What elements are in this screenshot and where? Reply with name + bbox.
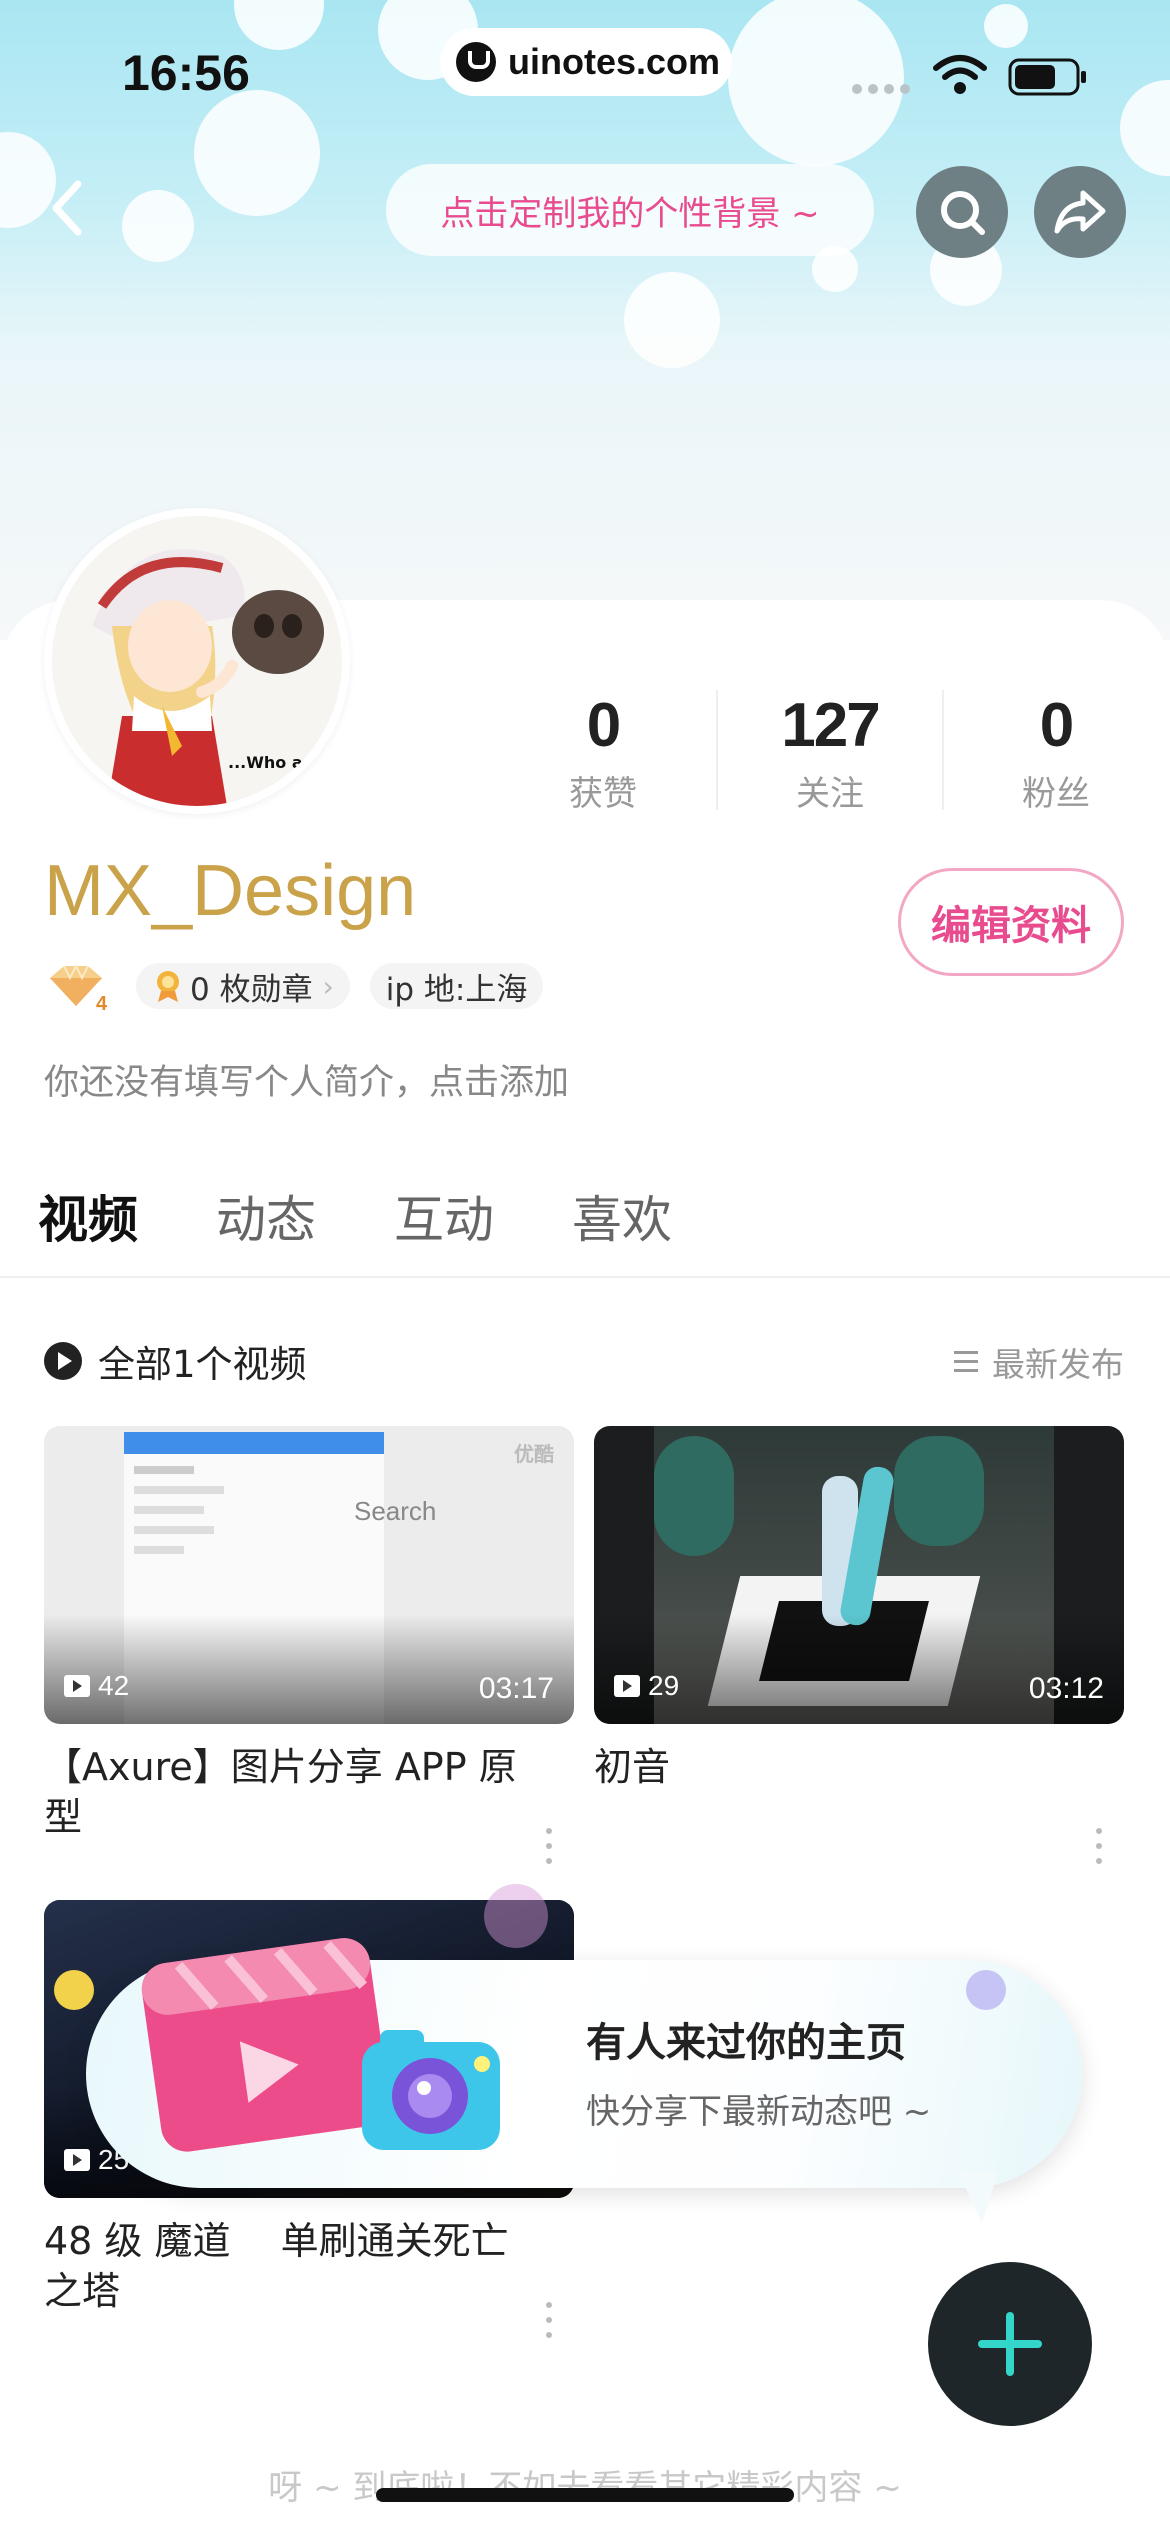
thumb-search-text: Search	[354, 1496, 437, 1526]
stat-likes[interactable]: 0 获赞	[490, 690, 716, 814]
sort-label: 最新发布	[992, 1345, 1124, 1384]
tab-videos[interactable]: 视频	[38, 1180, 138, 1252]
share-button[interactable]	[1034, 166, 1126, 258]
stat-following[interactable]: 127 关注	[716, 690, 942, 814]
wifi-icon	[933, 55, 987, 94]
decor-bubble	[966, 1970, 1006, 2010]
video-thumbnail[interactable]: 29 03:12	[594, 1426, 1124, 1724]
content-tabs: 视频 动态 互动 喜欢	[38, 1180, 672, 1252]
more-options-icon[interactable]	[546, 1828, 554, 1864]
url-pill[interactable]: uinotes.com	[440, 28, 732, 96]
all-videos-label: 全部1个视频	[98, 1343, 307, 1386]
video-duration: 03:17	[478, 1672, 554, 1705]
tab-interaction[interactable]: 互动	[394, 1180, 494, 1252]
decor-bubble	[484, 1884, 548, 1948]
video-card[interactable]: 29 03:12 初音	[594, 1426, 1124, 1864]
edit-profile-button[interactable]: 编辑资料	[898, 868, 1124, 976]
ip-location-label: ip 地:上海	[385, 971, 528, 1008]
customize-background-button[interactable]: 点击定制我的个性背景 ~	[386, 164, 874, 256]
status-time: 16:56	[122, 45, 250, 101]
ip-location-tag: ip 地:上海	[369, 963, 544, 1009]
battery-icon	[1008, 58, 1086, 96]
plus-icon	[978, 2312, 1042, 2376]
video-title[interactable]: 48 级 魔道 单刷通关死亡之塔	[44, 2216, 544, 2316]
tab-activity[interactable]: 动态	[216, 1180, 316, 1252]
bio-placeholder[interactable]: 你还没有填写个人简介，点击添加	[44, 1054, 569, 1105]
video-duration: 03:12	[1028, 1672, 1104, 1705]
stat-likes-label: 获赞	[569, 774, 637, 814]
video-card[interactable]: Search 优酷 42 03:17 【Axure】图片分享 APP 原型	[44, 1426, 574, 1864]
stat-fans-value: 0	[1039, 691, 1075, 760]
video-title[interactable]: 【Axure】图片分享 APP 原型	[44, 1742, 544, 1842]
play-icon	[64, 1675, 90, 1697]
stat-following-label: 关注	[796, 774, 864, 814]
play-circle-icon	[44, 1342, 82, 1380]
search-icon	[941, 191, 985, 235]
medal-icon	[157, 971, 179, 1002]
stat-fans[interactable]: 0 粉丝	[942, 690, 1168, 814]
cellular-signal-icon	[852, 84, 910, 94]
level-badge[interactable]: 4	[44, 960, 116, 1015]
tab-likes[interactable]: 喜欢	[572, 1180, 672, 1252]
play-count: 42	[64, 1670, 129, 1702]
stat-following-value: 127	[781, 691, 880, 760]
popup-illustration	[141, 1938, 500, 2152]
popup-subtitle: 快分享下最新动态吧 ~	[586, 2092, 932, 2132]
stat-fans-label: 粉丝	[1022, 774, 1090, 814]
all-videos-title: 全部1个视频	[44, 1334, 307, 1388]
share-icon	[1054, 190, 1106, 234]
tabs-divider	[0, 1276, 1170, 1278]
url-text: uinotes.com	[508, 41, 721, 82]
avatar-illustration: ...Who are y	[52, 516, 342, 806]
username: MX_Design	[44, 851, 417, 931]
play-icon	[614, 1675, 640, 1697]
site-logo-icon	[456, 42, 496, 82]
video-thumbnail[interactable]: Search 优酷 42 03:17	[44, 1426, 574, 1724]
stat-likes-value: 0	[586, 691, 622, 760]
diamond-level-icon: 4	[50, 963, 108, 1015]
badge-row: 4 0 枚勋章 › ip 地:上海	[44, 960, 544, 1015]
play-icon	[64, 2149, 90, 2171]
video-title[interactable]: 初音	[594, 1742, 1094, 1792]
list-sort-icon	[954, 1351, 978, 1373]
thumb-watermark: 优酷	[514, 1442, 554, 1466]
more-options-icon[interactable]	[546, 2302, 554, 2338]
more-options-icon[interactable]	[1096, 1828, 1104, 1864]
stats-row: 0 获赞 127 关注 0 粉丝	[490, 690, 1170, 814]
avatar[interactable]: ...Who are y	[44, 508, 350, 814]
back-icon[interactable]	[38, 168, 98, 248]
chevron-right-icon: ›	[322, 969, 334, 1003]
popup-title: 有人来过你的主页	[586, 2020, 906, 2066]
play-count: 29	[614, 1670, 679, 1702]
level-number: 4	[96, 993, 108, 1012]
medals-tag[interactable]: 0 枚勋章 ›	[136, 963, 350, 1009]
search-button[interactable]	[916, 166, 1008, 258]
create-post-button[interactable]	[928, 2262, 1092, 2426]
home-indicator[interactable]	[376, 2488, 794, 2502]
sort-button[interactable]: 最新发布	[954, 1338, 1124, 1386]
medals-label: 0 枚勋章	[190, 971, 313, 1008]
